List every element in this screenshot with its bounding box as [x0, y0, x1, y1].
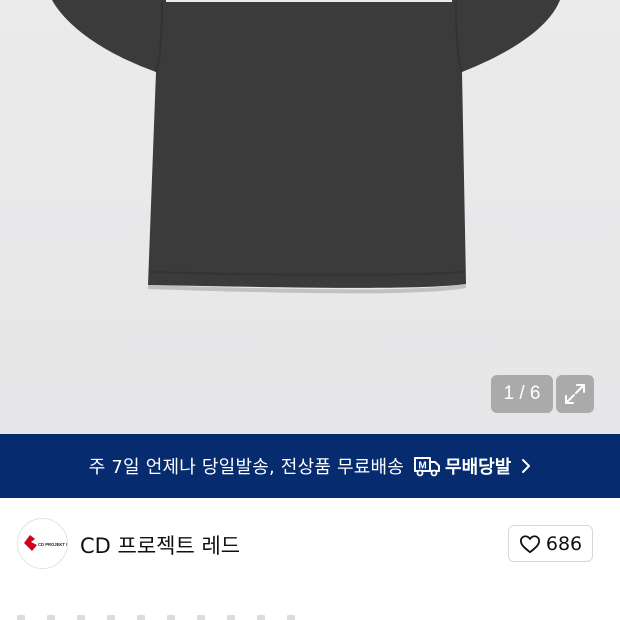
expand-icon — [565, 384, 585, 404]
tshirt-image — [52, 0, 560, 294]
promo-text: 주 7일 언제나 당일발송, 전상품 무료배송 — [88, 457, 405, 478]
like-button[interactable]: 686 — [508, 525, 593, 562]
svg-text:CD PROJEKT RED: CD PROJEKT RED — [38, 542, 67, 547]
free-delivery-banner[interactable]: 주 7일 언제나 당일발송, 전상품 무료배송 M 무배당발 — [0, 434, 620, 498]
expand-image-button[interactable] — [556, 375, 594, 413]
next-section-cutoff — [17, 608, 347, 620]
delivery-badge-label: 무배당발 — [445, 457, 512, 478]
heart-icon — [519, 534, 540, 553]
image-page-counter: 1 / 6 — [491, 375, 553, 413]
product-image[interactable]: 1 / 6 — [0, 0, 620, 434]
like-count: 686 — [545, 532, 583, 555]
cd-projekt-red-logo-icon: CD PROJEKT RED — [24, 535, 67, 551]
brand-name[interactable]: CD 프로젝트 레드 — [80, 530, 240, 560]
delivery-truck-icon: M — [414, 457, 441, 477]
brand-logo[interactable]: CD PROJEKT RED — [17, 518, 68, 569]
delivery-badge: M 무배당발 — [414, 453, 511, 479]
chevron-right-icon — [521, 458, 531, 474]
